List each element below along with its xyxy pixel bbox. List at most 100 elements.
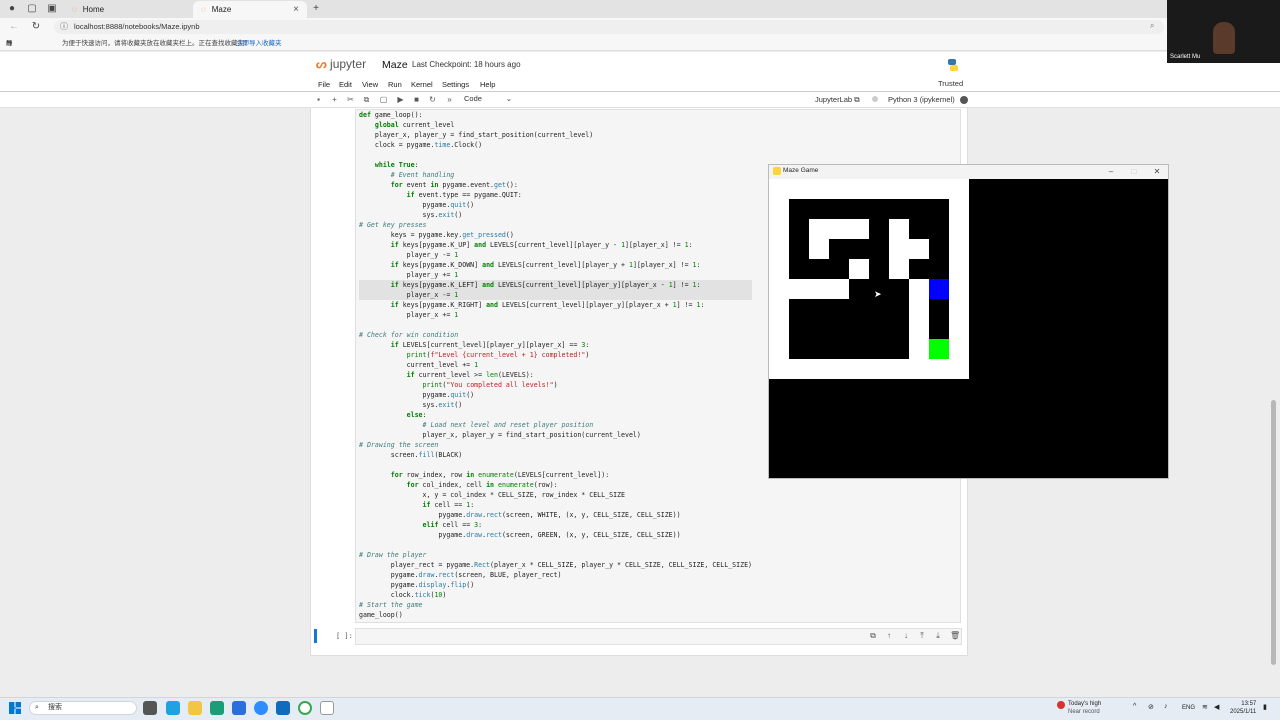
notepad-icon[interactable]: [320, 701, 334, 715]
tab-maze[interactable]: ◌ Maze ×: [193, 1, 307, 18]
code-line[interactable]: for event in pygame.event.get():: [359, 180, 752, 190]
menu-help[interactable]: Help: [480, 80, 495, 89]
code-line[interactable]: player_x, player_y = find_start_position…: [359, 430, 752, 440]
code-line[interactable]: if keys[pygame.K_LEFT] and LEVELS[curren…: [359, 280, 753, 290]
menu-run[interactable]: Run: [388, 80, 402, 89]
copy-icon[interactable]: ⧉: [361, 94, 372, 105]
code-line[interactable]: pygame.quit(): [359, 390, 752, 400]
code-line[interactable]: player_x += 1: [359, 310, 752, 320]
code-line[interactable]: print(f"Level {current_level + 1} comple…: [359, 350, 752, 360]
language-indicator[interactable]: ENG: [1182, 705, 1195, 711]
zoom-app-icon[interactable]: [254, 701, 268, 715]
microphone-icon[interactable]: ♪: [1164, 703, 1168, 710]
paste-icon[interactable]: ▢: [378, 94, 389, 105]
notebook-title[interactable]: Maze: [382, 59, 408, 71]
page-scrollbar[interactable]: [1271, 400, 1276, 665]
code-line[interactable]: pygame.quit(): [359, 200, 752, 210]
duplicate-cell-icon[interactable]: ⧉: [868, 631, 878, 641]
menu-edit[interactable]: Edit: [339, 80, 352, 89]
copilot-icon[interactable]: [166, 701, 180, 715]
volume-icon[interactable]: ◀: [1214, 703, 1219, 711]
stop-icon[interactable]: ■: [411, 94, 422, 105]
back-icon[interactable]: ←: [8, 21, 20, 33]
code-line[interactable]: [359, 320, 752, 330]
delete-cell-icon[interactable]: 🗑: [950, 631, 960, 641]
restart-icon[interactable]: ↻: [427, 94, 438, 105]
edge-browser-icon[interactable]: [210, 701, 224, 715]
tab-actions-icon[interactable]: ▣: [46, 3, 58, 15]
code-line[interactable]: if LEVELS[current_level][player_y][playe…: [359, 340, 752, 350]
code-line[interactable]: keys = pygame.key.get_pressed(): [359, 230, 752, 240]
debugger-icon[interactable]: [872, 96, 878, 102]
code-line[interactable]: for col_index, cell in enumerate(row):: [359, 480, 752, 490]
code-line[interactable]: player_x, player_y = find_start_position…: [359, 130, 752, 140]
code-line[interactable]: if event.type == pygame.QUIT:: [359, 190, 752, 200]
code-line[interactable]: clock = pygame.time.Clock(): [359, 140, 752, 150]
code-line[interactable]: print("You completed all levels!"): [359, 380, 752, 390]
weather-widget[interactable]: Today's high Near record: [1068, 700, 1101, 716]
code-line[interactable]: else:: [359, 410, 752, 420]
close-icon[interactable]: ×: [293, 4, 299, 15]
code-line[interactable]: # Event handling: [359, 170, 752, 180]
run-icon[interactable]: ▶: [395, 94, 406, 105]
address-bar[interactable]: ⓘ localhost:8888/notebooks/Maze.ipynb: [54, 20, 1164, 34]
insert-below-icon[interactable]: ⤓: [933, 631, 943, 641]
code-line[interactable]: if keys[pygame.K_DOWN] and LEVELS[curren…: [359, 260, 752, 270]
notification-icon[interactable]: ▮: [1263, 703, 1267, 711]
maximize-icon[interactable]: □: [1128, 165, 1140, 179]
code-line[interactable]: # Draw the player: [359, 550, 752, 560]
code-line[interactable]: screen.fill(BLACK): [359, 450, 752, 460]
code-line[interactable]: game_loop(): [359, 610, 752, 620]
workspaces-icon[interactable]: ▢: [26, 3, 38, 15]
restart-run-all-icon[interactable]: »: [444, 94, 455, 105]
code-line[interactable]: pygame.draw.rect(screen, WHITE, (x, y, C…: [359, 510, 752, 520]
close-icon[interactable]: ✕: [1151, 165, 1163, 179]
code-line[interactable]: player_rect = pygame.Rect(player_x * CEL…: [359, 560, 752, 570]
code-line[interactable]: elif cell == 3:: [359, 520, 752, 530]
insert-above-icon[interactable]: ⤒: [917, 631, 927, 641]
menu-file[interactable]: File: [318, 80, 330, 89]
code-line[interactable]: if current_level >= len(LEVELS):: [359, 370, 752, 380]
save-icon[interactable]: ▪: [313, 94, 324, 105]
code-line[interactable]: for row_index, row in enumerate(LEVELS[c…: [359, 470, 752, 480]
code-line[interactable]: clock.tick(10): [359, 590, 752, 600]
network-tray-icon[interactable]: ⊘: [1148, 703, 1154, 711]
code-line[interactable]: [359, 460, 752, 470]
jupyter-logo[interactable]: ᔕ jupyter: [316, 57, 366, 71]
chrome-icon[interactable]: [298, 701, 312, 715]
code-editor[interactable]: def game_loop(): global current_level pl…: [359, 110, 753, 620]
code-line[interactable]: # Check for win condition: [359, 330, 752, 340]
store-icon[interactable]: [232, 701, 246, 715]
menu-view[interactable]: View: [362, 80, 378, 89]
code-line[interactable]: # Drawing the screen: [359, 440, 752, 450]
code-line[interactable]: player_x -= 1: [359, 290, 753, 300]
trusted-indicator[interactable]: Trusted: [938, 79, 963, 88]
file-explorer-icon[interactable]: [188, 701, 202, 715]
code-line[interactable]: [359, 150, 752, 160]
menu-kernel[interactable]: Kernel: [411, 80, 433, 89]
code-line[interactable]: pygame.draw.rect(screen, BLUE, player_re…: [359, 570, 752, 580]
task-view-icon[interactable]: [143, 701, 157, 715]
code-line[interactable]: player_y += 1: [359, 270, 752, 280]
code-line[interactable]: pygame.display.flip(): [359, 580, 752, 590]
code-line[interactable]: def game_loop():: [359, 110, 752, 120]
cut-icon[interactable]: ✂: [345, 94, 356, 105]
wifi-icon[interactable]: ≋: [1202, 703, 1208, 711]
move-up-icon[interactable]: ↑: [884, 631, 894, 641]
system-clock[interactable]: 13:57 2025/1/11: [1230, 700, 1256, 716]
jupyterlab-link[interactable]: JupyterLab ⧉: [815, 95, 860, 105]
code-line[interactable]: global current_level: [359, 120, 752, 130]
code-line[interactable]: [359, 540, 752, 550]
code-line[interactable]: if keys[pygame.K_RIGHT] and LEVELS[curre…: [359, 300, 752, 310]
code-line[interactable]: # Start the game: [359, 600, 752, 610]
zoom-icon[interactable]: ⌕: [1150, 21, 1154, 31]
add-cell-icon[interactable]: +: [329, 94, 340, 105]
minimize-icon[interactable]: –: [1105, 165, 1117, 179]
code-line[interactable]: current_level += 1: [359, 360, 752, 370]
import-favorites-link[interactable]: 立即导入收藏夹: [236, 37, 282, 51]
move-down-icon[interactable]: ↓: [901, 631, 911, 641]
code-line[interactable]: # Load next level and reset player posit…: [359, 420, 752, 430]
tray-chevron-icon[interactable]: ^: [1133, 703, 1136, 710]
code-line[interactable]: if cell == 1:: [359, 500, 752, 510]
code-line[interactable]: player_y -= 1: [359, 250, 752, 260]
